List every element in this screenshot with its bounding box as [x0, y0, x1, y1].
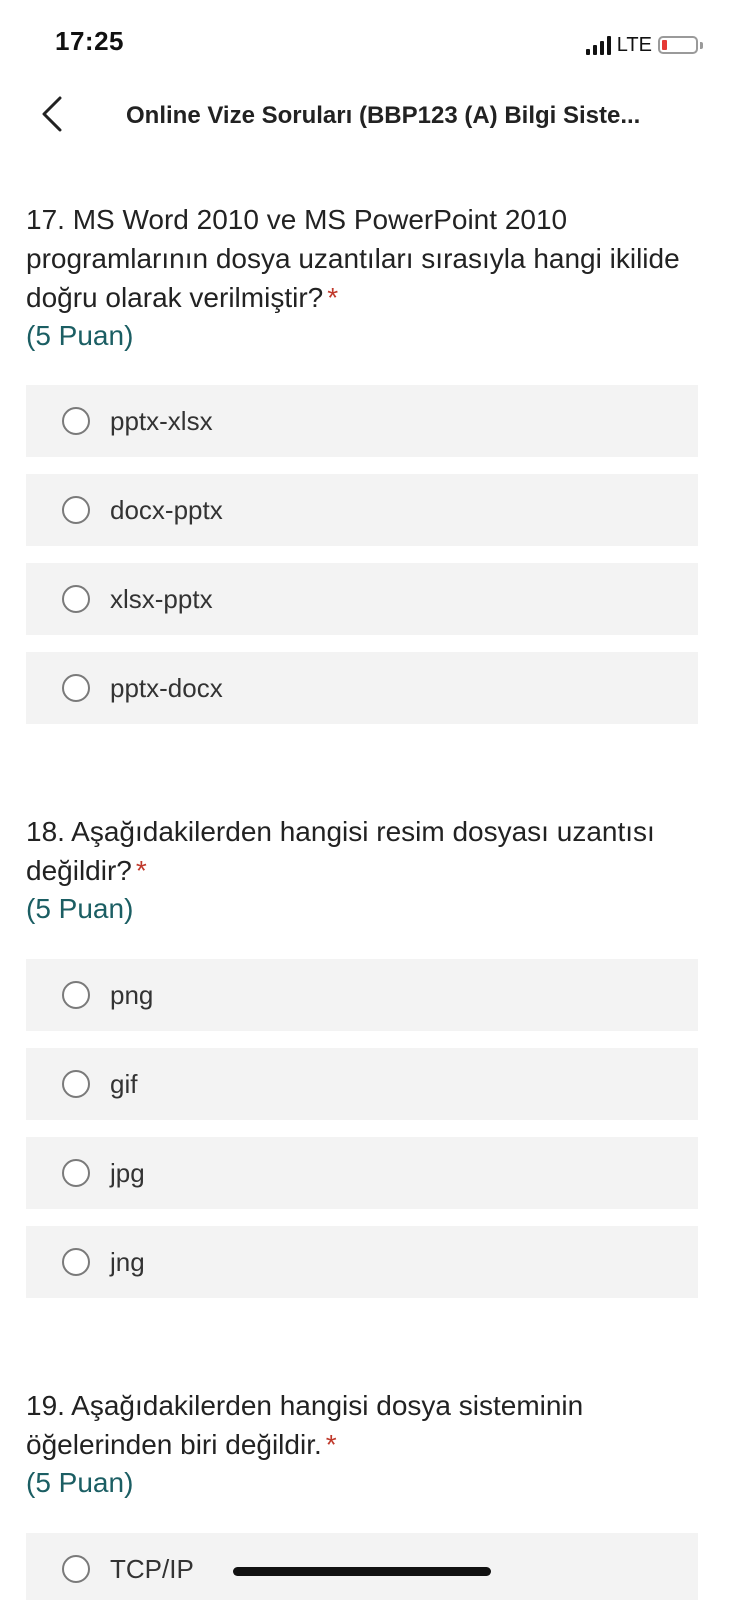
back-button[interactable] — [30, 90, 74, 138]
question-text: 19. Aşağıdakilerden hangisi dosya sistem… — [26, 1390, 584, 1460]
chevron-left-icon — [42, 96, 62, 132]
question-points: (5 Puan) — [26, 320, 134, 351]
option-radio[interactable]: png — [26, 959, 698, 1031]
question-17: 17. MS Word 2010 ve MS PowerPoint 2010 p… — [26, 200, 700, 355]
option-label: jpg — [110, 1157, 145, 1188]
option-radio[interactable]: pptx-xlsx — [26, 385, 698, 457]
network-label: LTE — [616, 33, 652, 56]
radio-icon[interactable] — [62, 1070, 90, 1098]
radio-icon[interactable] — [62, 585, 90, 613]
page-title: Online Vize Soruları (BBP123 (A) Bilgi S… — [126, 102, 641, 129]
status-indicators: LTE — [585, 30, 703, 60]
required-mark: * — [135, 855, 147, 886]
required-mark: * — [327, 282, 339, 313]
option-radio[interactable]: jpg — [26, 1137, 698, 1209]
status-time: 17:25 — [55, 26, 124, 56]
option-label: pptx-xlsx — [110, 405, 213, 436]
radio-icon[interactable] — [62, 1555, 90, 1583]
question-text: 18. Aşağıdakilerden hangisi resim dosyas… — [26, 816, 655, 886]
option-radio[interactable]: docx-pptx — [26, 474, 698, 546]
option-radio[interactable]: gif — [26, 1048, 698, 1120]
option-label: png — [110, 979, 154, 1010]
option-radio[interactable]: pptx-docx — [26, 652, 698, 724]
option-label: gif — [110, 1068, 138, 1099]
question-text: 17. MS Word 2010 ve MS PowerPoint 2010 p… — [26, 204, 680, 313]
option-label: TCP/IP — [110, 1553, 194, 1584]
signal-icon — [585, 35, 611, 55]
battery-icon — [658, 36, 698, 54]
required-mark: * — [325, 1429, 337, 1460]
radio-icon[interactable] — [62, 407, 90, 435]
question-points: (5 Puan) — [26, 893, 134, 924]
options-question-17: pptx-xlsx docx-pptx xlsx-pptx pptx-docx — [26, 385, 698, 741]
battery-tip — [700, 41, 703, 49]
option-label: docx-pptx — [110, 494, 223, 525]
form-screen: 17:25 LTE Online Vize Soruları (BBP123 (… — [0, 0, 739, 1600]
option-radio[interactable]: xlsx-pptx — [26, 563, 698, 635]
question-19: 19. Aşağıdakilerden hangisi dosya sistem… — [26, 1386, 700, 1502]
option-label: xlsx-pptx — [110, 583, 213, 614]
question-points: (5 Puan) — [26, 1467, 134, 1498]
option-radio[interactable]: jng — [26, 1226, 698, 1298]
radio-icon[interactable] — [62, 981, 90, 1009]
question-18: 18. Aşağıdakilerden hangisi resim dosyas… — [26, 812, 700, 928]
radio-icon[interactable] — [62, 1159, 90, 1187]
option-label: jng — [110, 1246, 145, 1277]
radio-icon[interactable] — [62, 674, 90, 702]
radio-icon[interactable] — [62, 496, 90, 524]
options-question-18: png gif jpg jng — [26, 959, 698, 1315]
home-indicator[interactable] — [233, 1567, 491, 1576]
radio-icon[interactable] — [62, 1248, 90, 1276]
option-label: pptx-docx — [110, 672, 223, 703]
